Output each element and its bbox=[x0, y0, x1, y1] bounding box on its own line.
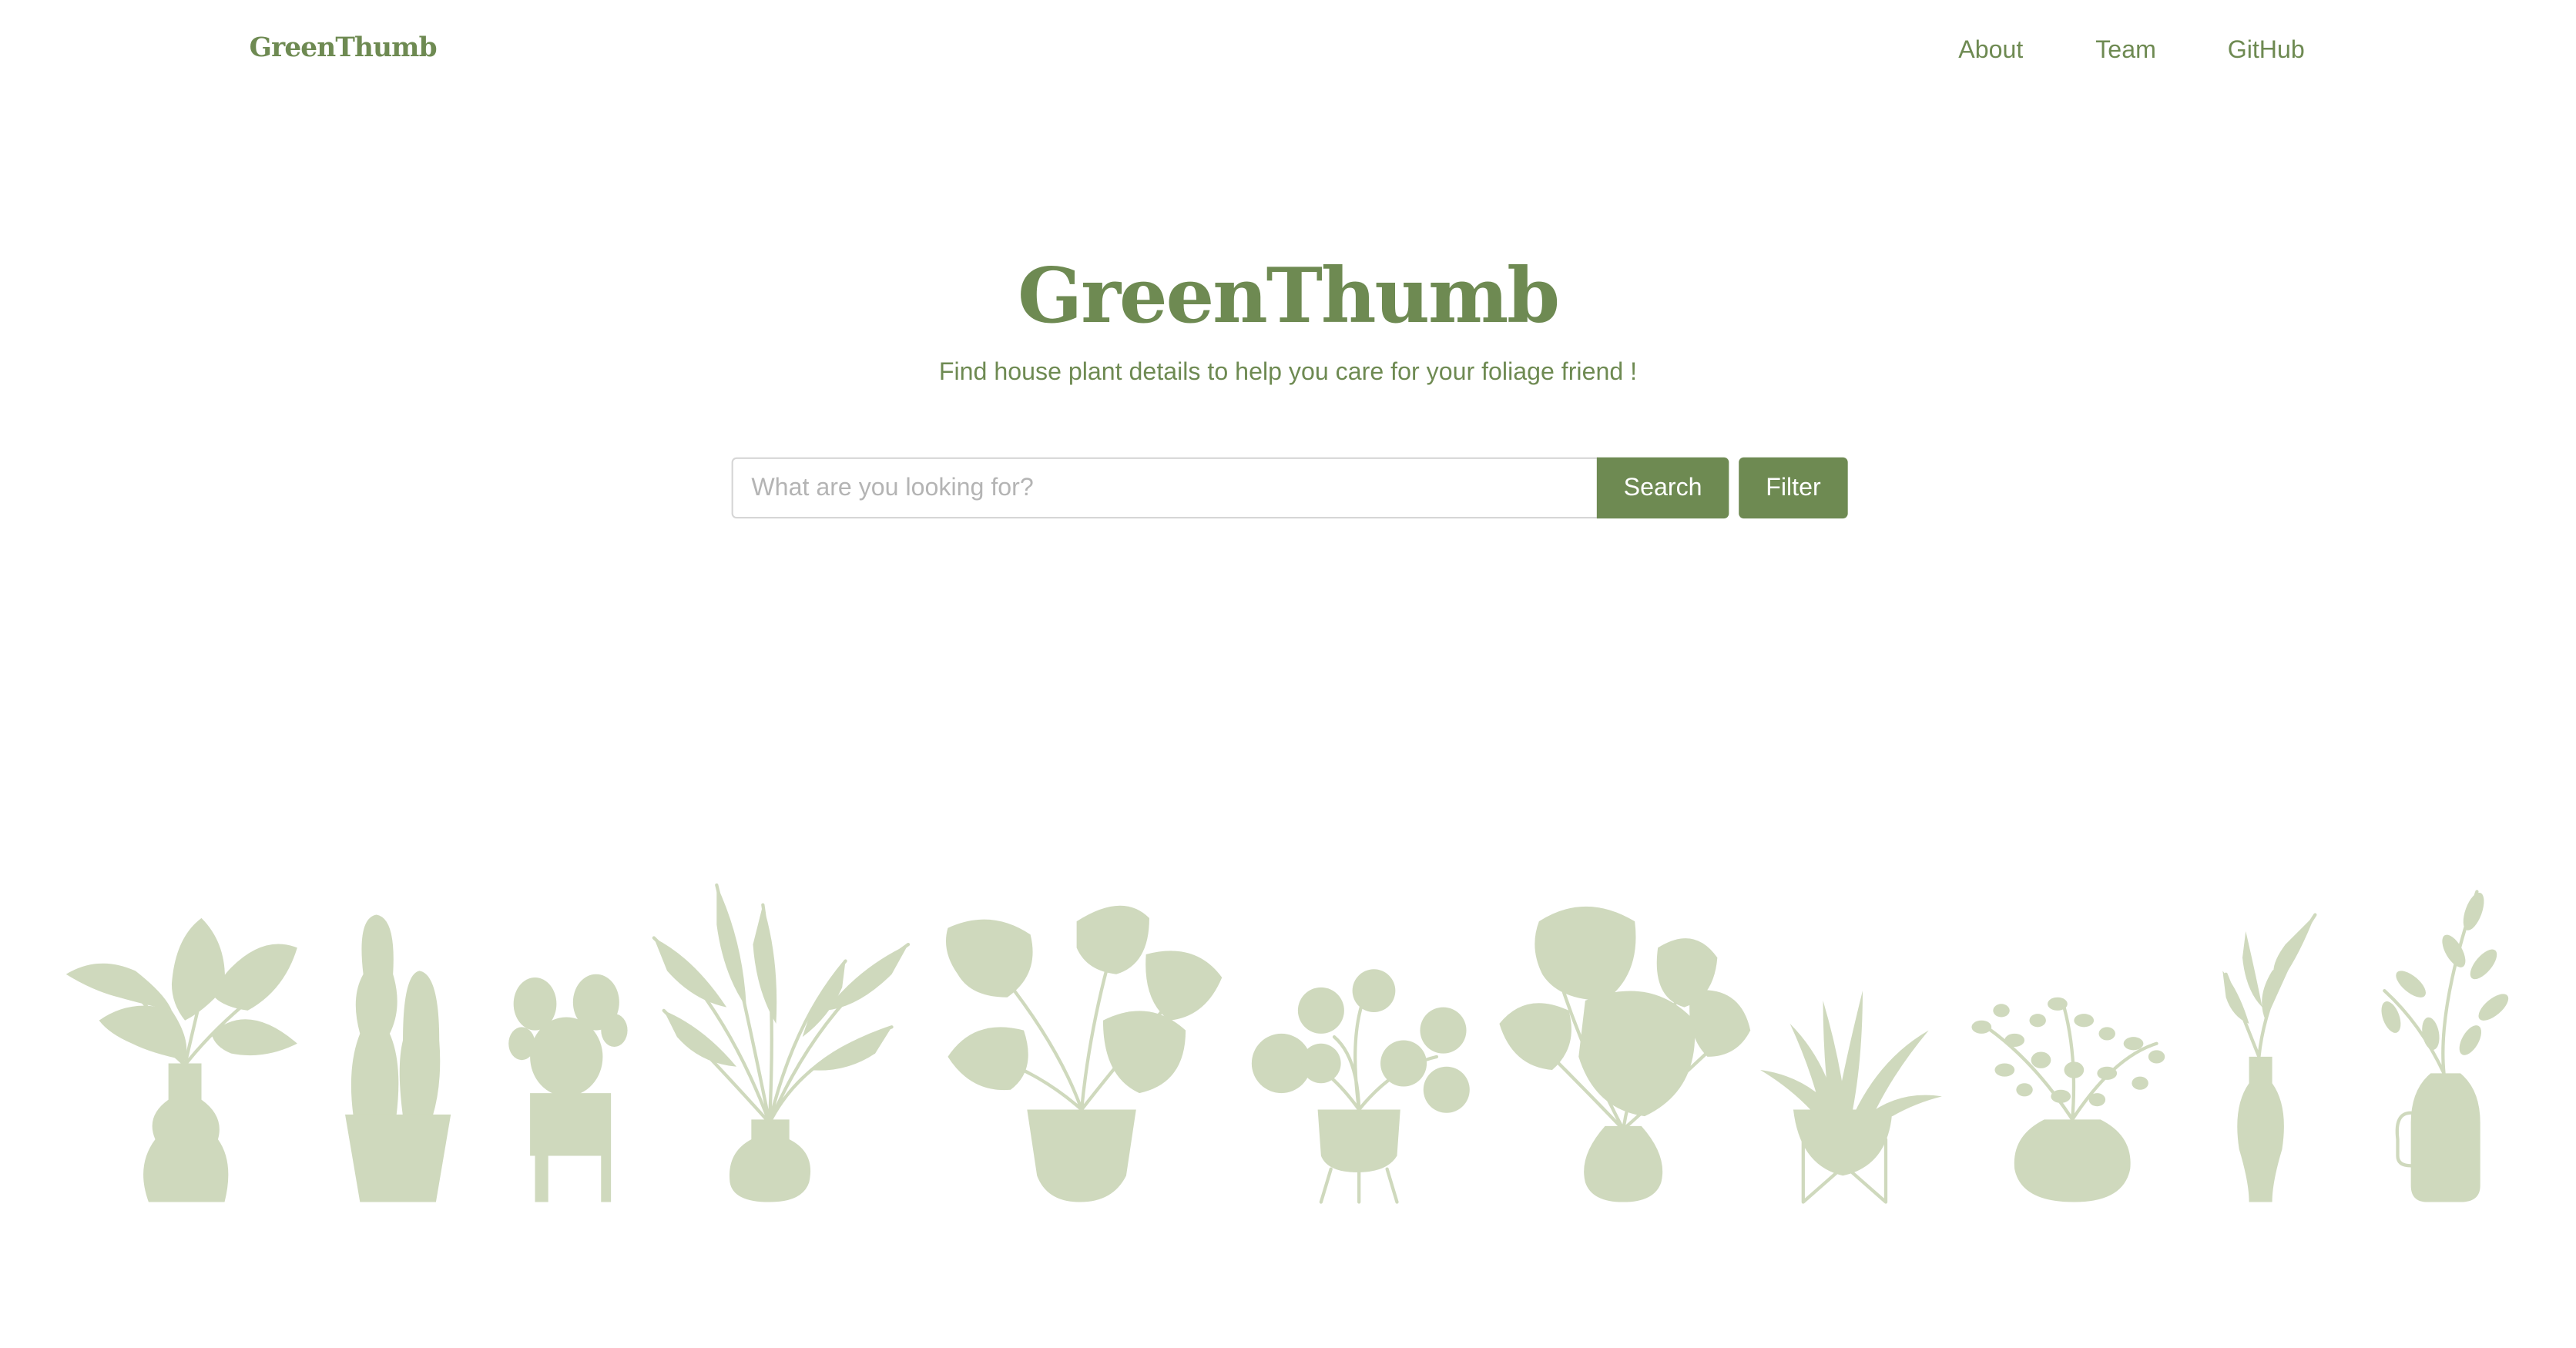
palm-plant-icon bbox=[652, 883, 911, 1202]
tall-cactus-icon bbox=[345, 914, 451, 1202]
search-button[interactable]: Search bbox=[1596, 457, 1729, 519]
hero-title: GreenThumb bbox=[1018, 250, 1560, 340]
plant-illustration bbox=[65, 883, 2509, 1204]
monstera-vase-icon bbox=[1499, 906, 1751, 1202]
hero-subtitle: Find house plant details to help you car… bbox=[938, 358, 1638, 387]
pilea-plant-icon bbox=[1251, 969, 1470, 1204]
fern-vase-icon bbox=[2222, 913, 2317, 1202]
filter-button[interactable]: Filter bbox=[1739, 457, 1848, 519]
top-nav: About Team GitHub bbox=[0, 36, 2576, 69]
search-input[interactable] bbox=[731, 457, 1599, 519]
spiky-plant-stand-icon bbox=[1760, 991, 1942, 1204]
leafy-jug-icon bbox=[2381, 890, 2509, 1202]
nav-about[interactable]: About bbox=[1958, 36, 2023, 64]
nav-github[interactable]: GitHub bbox=[2228, 36, 2305, 64]
monstera-basket-icon bbox=[945, 905, 1223, 1202]
nav-team[interactable]: Team bbox=[2095, 36, 2156, 64]
small-leaf-shrub-icon bbox=[1971, 997, 2165, 1202]
page: GreenThumb About Team GitHub GreenThumb … bbox=[0, 0, 2576, 1347]
potted-leafy-plant-icon bbox=[65, 917, 297, 1202]
prickly-pear-cactus-icon bbox=[508, 974, 628, 1202]
